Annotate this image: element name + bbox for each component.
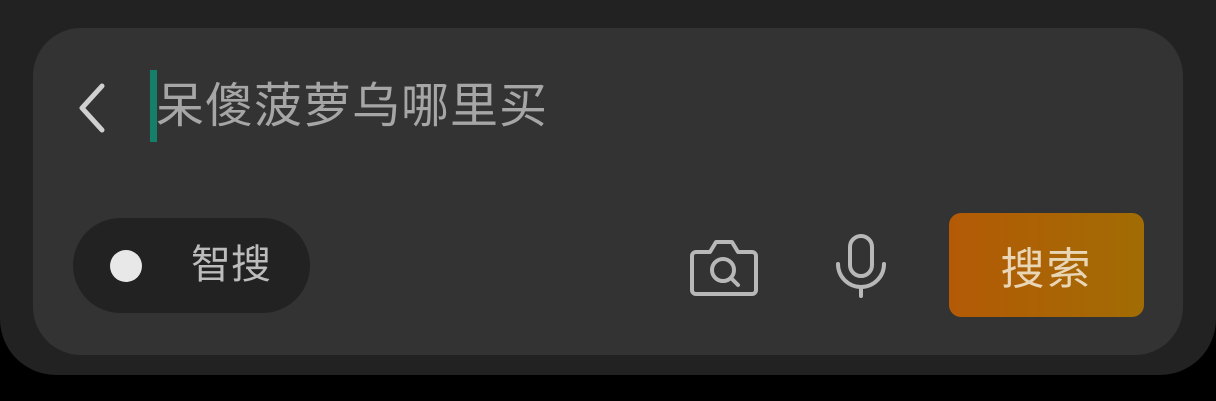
camera-search-icon <box>690 240 758 296</box>
back-button[interactable] <box>66 78 118 138</box>
search-input[interactable]: 呆傻菠萝乌哪里买 <box>150 70 910 142</box>
search-button[interactable]: 搜索 <box>949 213 1144 317</box>
microphone-icon <box>836 234 886 298</box>
search-panel-background <box>0 0 1216 375</box>
smart-search-toggle[interactable]: 智搜 <box>73 218 310 313</box>
search-button-label: 搜索 <box>1000 244 1093 295</box>
voice-search-button[interactable] <box>830 232 892 300</box>
toggle-knob <box>110 250 142 282</box>
smart-search-label: 智搜 <box>191 242 271 288</box>
search-placeholder: 呆傻菠萝乌哪里买 <box>156 78 549 134</box>
chevron-left-icon <box>79 83 105 133</box>
camera-search-button[interactable] <box>688 232 760 300</box>
